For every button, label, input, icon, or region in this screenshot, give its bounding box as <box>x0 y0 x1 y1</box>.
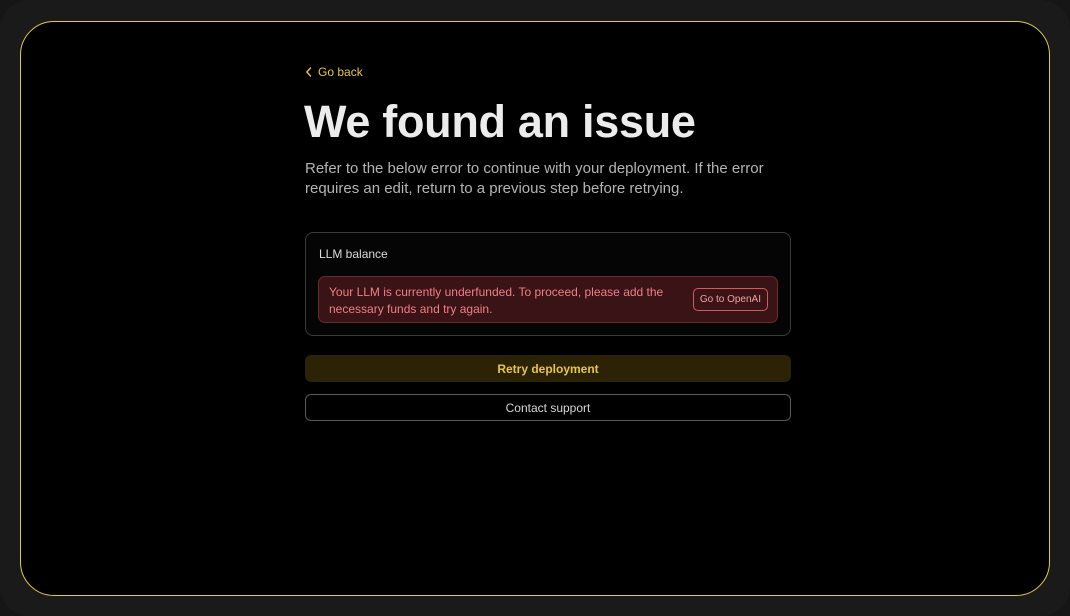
page-title: We found an issue <box>304 96 696 147</box>
error-card-title: LLM balance <box>319 247 388 261</box>
retry-deployment-button[interactable]: Retry deployment <box>305 355 791 382</box>
error-card: LLM balance Your LLM is currently underf… <box>305 232 791 336</box>
contact-support-button[interactable]: Contact support <box>305 394 791 421</box>
go-back-label: Go back <box>318 65 363 79</box>
chevron-left-icon <box>305 67 312 77</box>
go-back-link[interactable]: Go back <box>305 65 363 79</box>
page-subtitle: Refer to the below error to continue wit… <box>305 160 764 197</box>
go-to-openai-button[interactable]: Go to OpenAI <box>692 288 768 311</box>
error-message: Your LLM is currently underfunded. To pr… <box>329 285 664 316</box>
device-frame: Go back We found an issue Refer to the b… <box>0 0 1070 616</box>
app-screen: Go back We found an issue Refer to the b… <box>20 21 1050 596</box>
error-alert: Your LLM is currently underfunded. To pr… <box>318 276 778 323</box>
